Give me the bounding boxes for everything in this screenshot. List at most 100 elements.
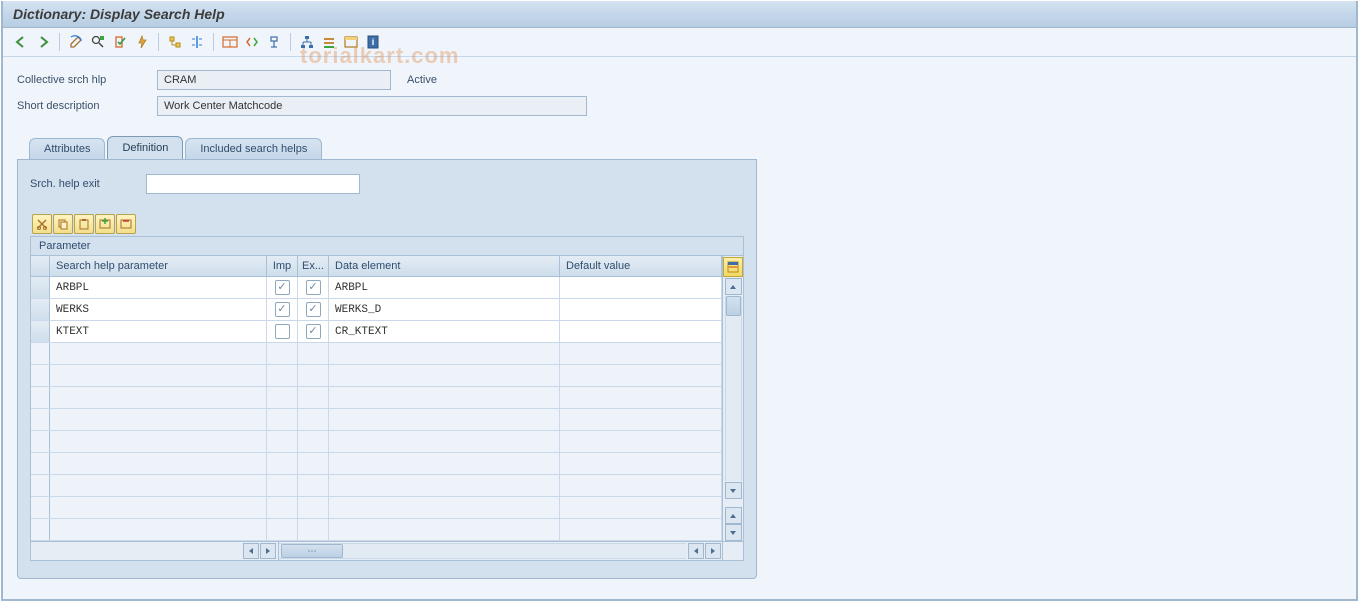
cell-data-element[interactable]: [329, 409, 560, 430]
scroll-left-first-icon[interactable]: [243, 543, 259, 559]
scroll-down-icon[interactable]: [725, 482, 742, 499]
tab-definition[interactable]: Definition: [107, 136, 183, 159]
display-change-icon[interactable]: [66, 32, 86, 52]
cell-imp[interactable]: [267, 431, 298, 452]
cell-param[interactable]: [50, 343, 267, 364]
source-icon[interactable]: [242, 32, 262, 52]
cell-imp[interactable]: [267, 343, 298, 364]
cell-default-value[interactable]: [560, 299, 722, 320]
delete-row-icon[interactable]: [116, 214, 136, 234]
row-selector[interactable]: [31, 299, 50, 320]
cell-param[interactable]: KTEXT: [50, 321, 267, 342]
append-icon[interactable]: [319, 32, 339, 52]
cell-exp[interactable]: [298, 519, 329, 540]
cell-data-element[interactable]: [329, 343, 560, 364]
display-object-list-icon[interactable]: [187, 32, 207, 52]
cell-param[interactable]: [50, 519, 267, 540]
scroll-left-icon[interactable]: [688, 543, 704, 559]
cell-data-element[interactable]: [329, 497, 560, 518]
cell-param[interactable]: [50, 409, 267, 430]
row-selector[interactable]: [31, 475, 50, 496]
cell-exp[interactable]: [298, 387, 329, 408]
cell-data-element[interactable]: [329, 387, 560, 408]
row-selector[interactable]: [31, 387, 50, 408]
imp-checkbox[interactable]: [275, 280, 290, 295]
hierarchy-icon[interactable]: [297, 32, 317, 52]
cut-icon[interactable]: [32, 214, 52, 234]
h-scroll-track[interactable]: [279, 543, 686, 559]
col-imp[interactable]: Imp: [267, 256, 298, 276]
exp-checkbox[interactable]: [306, 302, 321, 317]
cell-default-value[interactable]: [560, 365, 722, 386]
technical-settings-icon[interactable]: [341, 32, 361, 52]
cell-data-element[interactable]: [329, 453, 560, 474]
cell-exp[interactable]: [298, 321, 329, 342]
scroll-right-first-icon[interactable]: [260, 543, 276, 559]
cell-param[interactable]: WERKS: [50, 299, 267, 320]
documentation-icon[interactable]: i: [363, 32, 383, 52]
cell-param[interactable]: [50, 475, 267, 496]
back-icon[interactable]: [11, 32, 31, 52]
srch-help-exit-field[interactable]: [146, 174, 360, 194]
cell-data-element[interactable]: [329, 519, 560, 540]
tab-attributes[interactable]: Attributes: [29, 138, 105, 159]
paste-icon[interactable]: [74, 214, 94, 234]
where-used-icon[interactable]: [165, 32, 185, 52]
row-selector[interactable]: [31, 519, 50, 540]
cell-imp[interactable]: [267, 387, 298, 408]
imp-checkbox[interactable]: [275, 324, 290, 339]
cell-data-element[interactable]: [329, 365, 560, 386]
cell-default-value[interactable]: [560, 343, 722, 364]
cell-param[interactable]: [50, 365, 267, 386]
tab-included-search-helps[interactable]: Included search helps: [185, 138, 322, 159]
cell-imp[interactable]: [267, 277, 298, 298]
row-selector[interactable]: [31, 365, 50, 386]
cell-imp[interactable]: [267, 519, 298, 540]
cell-exp[interactable]: [298, 299, 329, 320]
check-icon[interactable]: [110, 32, 130, 52]
cell-default-value[interactable]: [560, 409, 722, 430]
cell-default-value[interactable]: [560, 453, 722, 474]
test-icon[interactable]: [264, 32, 284, 52]
forward-icon[interactable]: [33, 32, 53, 52]
exp-checkbox[interactable]: [306, 280, 321, 295]
row-selector[interactable]: [31, 409, 50, 430]
cell-default-value[interactable]: [560, 519, 722, 540]
cell-exp[interactable]: [298, 365, 329, 386]
imp-checkbox[interactable]: [275, 302, 290, 317]
activate-icon[interactable]: [132, 32, 152, 52]
collective-srch-hlp-field[interactable]: CRAM: [157, 70, 391, 90]
cell-default-value[interactable]: [560, 431, 722, 452]
cell-param[interactable]: [50, 453, 267, 474]
short-description-field[interactable]: Work Center Matchcode: [157, 96, 587, 116]
cell-data-element[interactable]: WERKS_D: [329, 299, 560, 320]
h-scroll-thumb[interactable]: [281, 544, 343, 558]
cell-imp[interactable]: [267, 475, 298, 496]
display-navigation-icon[interactable]: [220, 32, 240, 52]
cell-data-element[interactable]: CR_KTEXT: [329, 321, 560, 342]
scroll-up-icon[interactable]: [725, 278, 742, 295]
v-scroll-track[interactable]: [725, 296, 742, 481]
scroll-right-icon[interactable]: [705, 543, 721, 559]
cell-exp[interactable]: [298, 453, 329, 474]
cell-data-element[interactable]: [329, 475, 560, 496]
cell-default-value[interactable]: [560, 387, 722, 408]
cell-param[interactable]: [50, 497, 267, 518]
cell-exp[interactable]: [298, 409, 329, 430]
row-selector[interactable]: [31, 497, 50, 518]
row-selector[interactable]: [31, 431, 50, 452]
cell-param[interactable]: [50, 387, 267, 408]
cell-param[interactable]: [50, 431, 267, 452]
cell-imp[interactable]: [267, 453, 298, 474]
cell-imp[interactable]: [267, 321, 298, 342]
cell-exp[interactable]: [298, 497, 329, 518]
col-exp[interactable]: Ex...: [298, 256, 329, 276]
cell-exp[interactable]: [298, 343, 329, 364]
cell-default-value[interactable]: [560, 321, 722, 342]
cell-imp[interactable]: [267, 299, 298, 320]
col-data-element[interactable]: Data element: [329, 256, 560, 276]
row-selector[interactable]: [31, 321, 50, 342]
col-default-value[interactable]: Default value: [560, 256, 722, 276]
cell-default-value[interactable]: [560, 277, 722, 298]
row-selector[interactable]: [31, 343, 50, 364]
